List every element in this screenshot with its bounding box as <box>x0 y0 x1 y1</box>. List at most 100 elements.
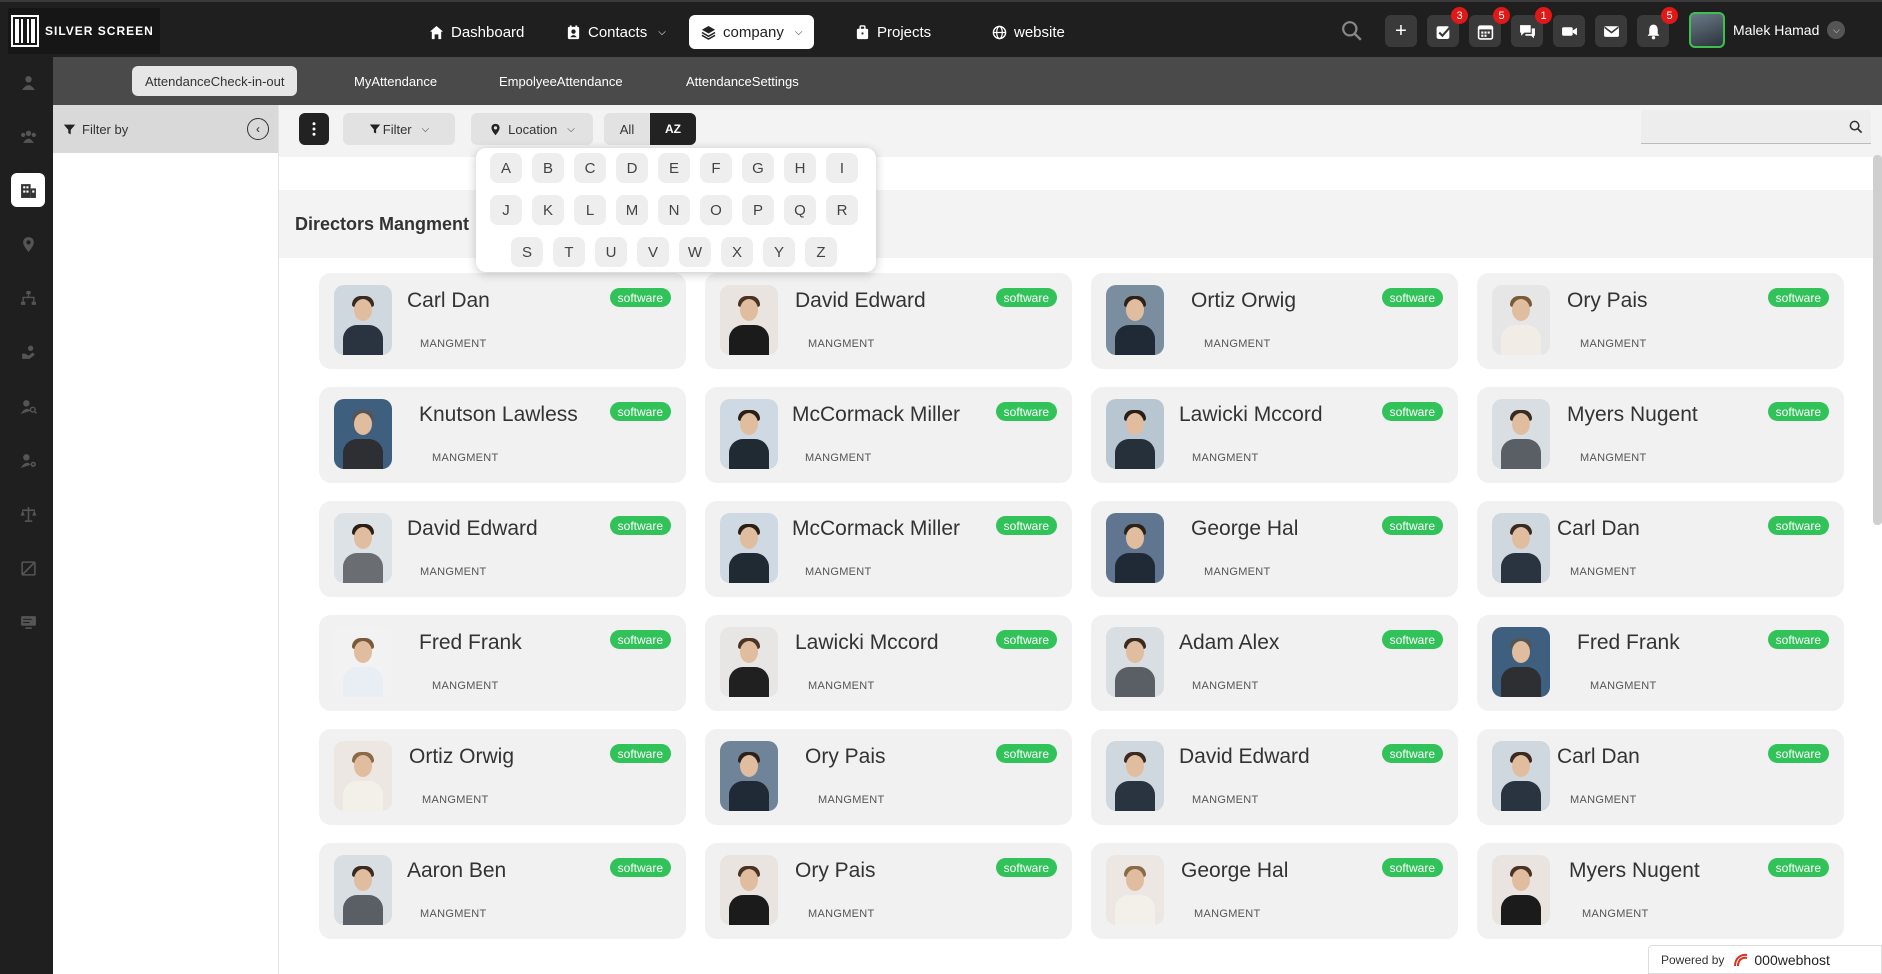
search-input[interactable] <box>1641 110 1871 144</box>
director-card[interactable]: Carl Dan MANGMENT software <box>1477 729 1844 825</box>
video-call-button[interactable] <box>1553 15 1585 47</box>
letter-button[interactable]: Y <box>763 237 795 267</box>
letter-button[interactable]: G <box>742 153 774 183</box>
director-card[interactable]: Fred Frank MANGMENT software <box>319 615 686 711</box>
letter-button[interactable]: J <box>490 195 522 225</box>
director-card[interactable]: Myers Nugent MANGMENT software <box>1477 387 1844 483</box>
department-tag: software <box>995 402 1057 421</box>
nav-website[interactable]: website <box>980 15 1077 49</box>
letter-button[interactable]: U <box>595 237 627 267</box>
tab-my-attendance[interactable]: MyAttendance <box>341 66 450 96</box>
director-card[interactable]: Knutson Lawless MANGMENT software <box>319 387 686 483</box>
director-card[interactable]: Ortiz Orwig MANGMENT software <box>319 729 686 825</box>
map-pin-icon <box>491 123 500 135</box>
director-card[interactable]: David Edward MANGMENT software <box>319 501 686 597</box>
app-logo[interactable]: SILVER SCREEN <box>8 8 160 54</box>
letter-button[interactable]: W <box>679 237 711 267</box>
letter-button[interactable]: Z <box>805 237 837 267</box>
director-card[interactable]: Carl Dan MANGMENT software <box>1477 501 1844 597</box>
department-tag: software <box>1767 858 1829 877</box>
director-card[interactable]: McCormack Miller MANGMENT software <box>705 501 1072 597</box>
side-item-hierarchy[interactable] <box>11 281 45 315</box>
side-item-user-settings[interactable] <box>11 443 45 477</box>
avatar <box>1106 741 1164 811</box>
letter-button[interactable]: P <box>742 195 774 225</box>
director-card[interactable]: Adam Alex MANGMENT software <box>1091 615 1458 711</box>
letter-button[interactable]: Q <box>784 195 816 225</box>
side-item-person[interactable] <box>11 65 45 99</box>
letter-button[interactable]: V <box>637 237 669 267</box>
side-item-group[interactable] <box>11 119 45 153</box>
letter-button[interactable]: O <box>700 195 732 225</box>
director-card[interactable]: Aaron Ben MANGMENT software <box>319 843 686 939</box>
director-card[interactable]: Fred Frank MANGMENT software <box>1477 615 1844 711</box>
letter-button[interactable]: H <box>784 153 816 183</box>
mail-button[interactable] <box>1595 15 1627 47</box>
user-menu[interactable]: Malek Hamad ⌵ <box>1689 12 1846 48</box>
director-card[interactable]: Ory Pais MANGMENT software <box>1477 273 1844 369</box>
director-card[interactable]: McCormack Miller MANGMENT software <box>705 387 1072 483</box>
director-card[interactable]: Ory Pais MANGMENT software <box>705 729 1072 825</box>
notifications-button[interactable]: 5 <box>1637 7 1678 47</box>
az-sort-toggle[interactable]: AZ <box>650 113 696 145</box>
director-card[interactable]: Ortiz Orwig MANGMENT software <box>1091 273 1458 369</box>
letter-button[interactable]: S <box>511 237 543 267</box>
add-button[interactable]: + <box>1385 15 1417 47</box>
side-item-disabled[interactable] <box>11 551 45 585</box>
letter-button[interactable]: X <box>721 237 753 267</box>
letter-button[interactable]: K <box>532 195 564 225</box>
letter-button[interactable]: I <box>826 153 858 183</box>
letter-button[interactable]: L <box>574 195 606 225</box>
side-item-user-search[interactable] <box>11 389 45 423</box>
letter-button[interactable]: T <box>553 237 585 267</box>
director-card[interactable]: George Hal MANGMENT software <box>1091 501 1458 597</box>
nav-label: website <box>1014 23 1065 41</box>
side-item-balance[interactable] <box>11 497 45 531</box>
letter-button[interactable]: R <box>826 195 858 225</box>
director-card[interactable]: Carl Dan MANGMENT software <box>319 273 686 369</box>
director-card[interactable]: Myers Nugent MANGMENT software <box>1477 843 1844 939</box>
nav-contacts[interactable]: Contacts ⌵ <box>554 15 678 49</box>
collapse-panel-button[interactable]: ‹ <box>247 118 269 140</box>
side-item-hand[interactable] <box>11 335 45 369</box>
tasks-button[interactable]: 3 <box>1427 7 1468 47</box>
location-dropdown[interactable]: Location ⌵ <box>471 113 593 145</box>
chat-button[interactable]: 1 <box>1511 7 1552 47</box>
director-card[interactable]: David Edward MANGMENT software <box>705 273 1072 369</box>
letter-button[interactable]: E <box>658 153 690 183</box>
letter-button[interactable]: M <box>616 195 648 225</box>
director-card[interactable]: Lawicki Mccord MANGMENT software <box>1091 387 1458 483</box>
side-item-monitor[interactable] <box>11 605 45 639</box>
search-icon[interactable] <box>1341 20 1363 42</box>
side-item-building[interactable] <box>11 173 45 207</box>
tab-employee-attendance[interactable]: EmpolyeeAttendance <box>486 66 636 96</box>
director-name: Ory Pais <box>1567 289 1648 312</box>
director-card[interactable]: George Hal MANGMENT software <box>1091 843 1458 939</box>
nav-company[interactable]: company ⌵ <box>689 15 815 49</box>
letter-button[interactable]: A <box>490 153 522 183</box>
calendar-button[interactable]: 5 <box>1469 7 1510 47</box>
scrollbar[interactable] <box>1873 155 1882 525</box>
chevron-down-icon[interactable]: ⌵ <box>1827 21 1846 39</box>
mail-icon <box>1603 25 1619 37</box>
side-item-location[interactable] <box>11 227 45 261</box>
person-icon <box>21 75 35 90</box>
letter-button[interactable]: B <box>532 153 564 183</box>
letter-button[interactable]: N <box>658 195 690 225</box>
tab-attendance-check-in-out[interactable]: AttendanceCheck-in-out <box>132 66 298 96</box>
letter-button[interactable]: F <box>700 153 732 183</box>
director-card[interactable]: Ory Pais MANGMENT software <box>705 843 1072 939</box>
director-card[interactable]: David Edward MANGMENT software <box>1091 729 1458 825</box>
nav-dashboard[interactable]: Dashboard <box>417 15 536 49</box>
tab-attendance-settings[interactable]: AttendanceSettings <box>673 66 812 96</box>
letter-button[interactable]: D <box>616 153 648 183</box>
nav-projects[interactable]: Projects <box>843 15 943 49</box>
all-toggle[interactable]: All <box>604 113 650 145</box>
chat-icon <box>1519 24 1535 38</box>
director-card[interactable]: Lawicki Mccord MANGMENT software <box>705 615 1072 711</box>
more-options-button[interactable] <box>299 113 329 145</box>
avatar <box>720 513 778 583</box>
filter-button[interactable]: Filter ⌵ <box>343 113 455 145</box>
powered-by-badge[interactable]: Powered by 000webhost <box>1648 945 1882 974</box>
letter-button[interactable]: C <box>574 153 606 183</box>
